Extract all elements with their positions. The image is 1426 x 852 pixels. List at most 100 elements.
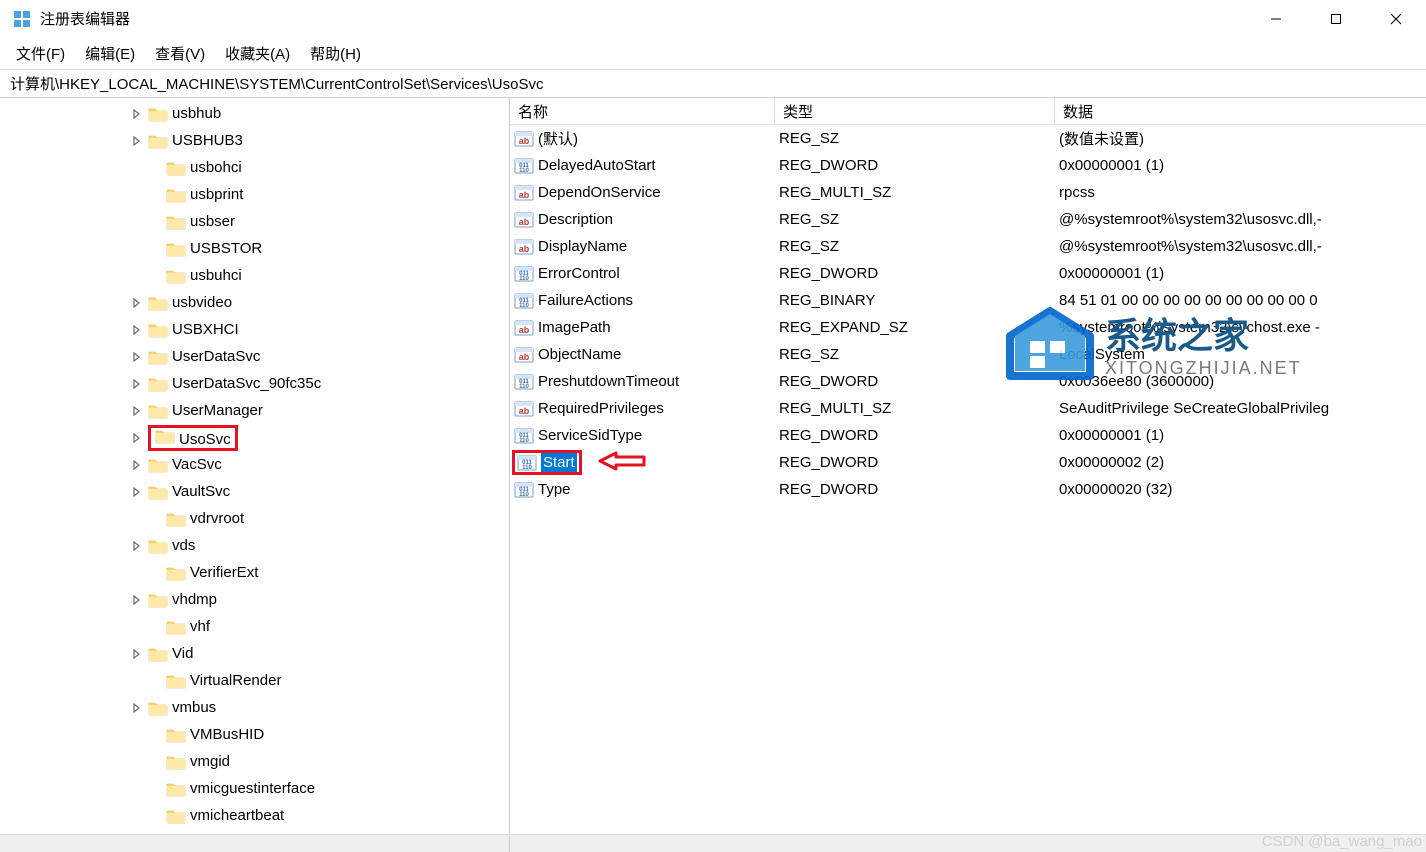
value-row[interactable]: TypeREG_DWORD0x00000020 (32) — [510, 476, 1426, 503]
value-row[interactable]: PreshutdownTimeoutREG_DWORD0x0036ee80 (3… — [510, 368, 1426, 395]
tree-hscroll[interactable] — [0, 835, 510, 852]
tree-item[interactable]: VaultSvc — [0, 478, 509, 505]
expand-icon[interactable] — [130, 350, 144, 364]
expand-icon[interactable] — [130, 539, 144, 553]
column-data[interactable]: 数据 — [1055, 98, 1426, 124]
tree-item[interactable]: vmicheartbeat — [0, 802, 509, 829]
value-row[interactable]: DelayedAutoStartREG_DWORD0x00000001 (1) — [510, 152, 1426, 179]
expand-icon[interactable] — [130, 107, 144, 121]
value-row[interactable]: RequiredPrivilegesREG_MULTI_SZSeAuditPri… — [510, 395, 1426, 422]
expand-icon[interactable] — [130, 485, 144, 499]
tree-item[interactable]: vmbus — [0, 694, 509, 721]
expand-icon[interactable] — [148, 620, 162, 634]
value-row[interactable]: ObjectNameREG_SZLocalSystem — [510, 341, 1426, 368]
menu-edit[interactable]: 编辑(E) — [75, 39, 145, 68]
tree-item[interactable]: VirtualRender — [0, 667, 509, 694]
tree-item[interactable]: UsoSvc — [0, 424, 509, 451]
tree-item[interactable]: USBXHCI — [0, 316, 509, 343]
addressbar[interactable]: 计算机\HKEY_LOCAL_MACHINE\SYSTEM\CurrentCon… — [0, 70, 1426, 98]
tree-item[interactable]: usbprint — [0, 181, 509, 208]
tree-item[interactable]: USBSTOR — [0, 235, 509, 262]
tree-item[interactable]: VerifierExt — [0, 559, 509, 586]
expand-icon[interactable] — [148, 566, 162, 580]
expand-icon[interactable] — [148, 269, 162, 283]
tree-item[interactable]: usbohci — [0, 154, 509, 181]
value-row[interactable]: ImagePathREG_EXPAND_SZ%systemroot%\syste… — [510, 314, 1426, 341]
value-row[interactable]: ErrorControlREG_DWORD0x00000001 (1) — [510, 260, 1426, 287]
value-row[interactable]: (默认)REG_SZ(数值未设置) — [510, 125, 1426, 152]
menu-view[interactable]: 查看(V) — [145, 39, 215, 68]
menu-favorites[interactable]: 收藏夹(A) — [215, 39, 300, 68]
tree-item[interactable]: vmgid — [0, 748, 509, 775]
tree-item[interactable]: usbhub — [0, 100, 509, 127]
tree-item[interactable]: VacSvc — [0, 451, 509, 478]
value-row[interactable]: DisplayNameREG_SZ@%systemroot%\system32\… — [510, 233, 1426, 260]
expand-icon[interactable] — [130, 377, 144, 391]
tree-item[interactable]: usbuhci — [0, 262, 509, 289]
close-button[interactable] — [1366, 0, 1426, 37]
cell-name: ObjectName — [510, 346, 775, 364]
string-value-icon — [514, 238, 534, 256]
expand-icon[interactable] — [148, 161, 162, 175]
expand-icon[interactable] — [130, 296, 144, 310]
value-row[interactable]: DescriptionREG_SZ@%systemroot%\system32\… — [510, 206, 1426, 233]
value-row[interactable]: ServiceSidTypeREG_DWORD0x00000001 (1) — [510, 422, 1426, 449]
column-type[interactable]: 类型 — [775, 98, 1055, 124]
expand-icon[interactable] — [148, 782, 162, 796]
value-name: Start — [541, 453, 577, 472]
tree-item[interactable]: USBHUB3 — [0, 127, 509, 154]
folder-icon — [166, 565, 186, 581]
tree-item[interactable]: vds — [0, 532, 509, 559]
expand-icon[interactable] — [130, 647, 144, 661]
expand-icon[interactable] — [148, 188, 162, 202]
expand-icon[interactable] — [148, 215, 162, 229]
window-title: 注册表编辑器 — [40, 8, 1246, 29]
tree-item[interactable]: usbser — [0, 208, 509, 235]
column-name[interactable]: 名称 — [510, 98, 775, 124]
folder-icon — [148, 106, 168, 122]
menu-help[interactable]: 帮助(H) — [300, 39, 371, 68]
expand-icon[interactable] — [130, 323, 144, 337]
tree-item[interactable]: Vid — [0, 640, 509, 667]
tree-item[interactable]: UserDataSvc_90fc35c — [0, 370, 509, 397]
expand-icon[interactable] — [148, 728, 162, 742]
cell-type: REG_EXPAND_SZ — [775, 319, 1055, 336]
expand-icon[interactable] — [130, 404, 144, 418]
tree-item[interactable]: vmicguestinterface — [0, 775, 509, 802]
menu-file[interactable]: 文件(F) — [6, 39, 75, 68]
expand-icon[interactable] — [148, 755, 162, 769]
tree-panel[interactable]: usbhubUSBHUB3usbohciusbprintusbserUSBSTO… — [0, 98, 510, 834]
string-value-icon — [514, 319, 534, 337]
tree-label: vdrvroot — [190, 510, 244, 527]
tree-item[interactable]: UserManager — [0, 397, 509, 424]
expand-icon[interactable] — [148, 809, 162, 823]
list-body[interactable]: (默认)REG_SZ(数值未设置)DelayedAutoStartREG_DWO… — [510, 125, 1426, 834]
value-row[interactable]: StartREG_DWORD0x00000002 (2) — [510, 449, 1426, 476]
tree-item[interactable]: usbvideo — [0, 289, 509, 316]
expand-icon[interactable] — [130, 701, 144, 715]
tree-item[interactable]: VMBusHID — [0, 721, 509, 748]
expand-icon[interactable] — [130, 431, 144, 445]
tree-label: VirtualRender — [190, 672, 281, 689]
minimize-button[interactable] — [1246, 0, 1306, 37]
tree-item[interactable]: UserDataSvc — [0, 343, 509, 370]
tree-item[interactable]: vdrvroot — [0, 505, 509, 532]
string-value-icon — [514, 400, 534, 418]
menubar: 文件(F) 编辑(E) 查看(V) 收藏夹(A) 帮助(H) — [0, 38, 1426, 70]
expand-icon[interactable] — [148, 674, 162, 688]
cell-data: %systemroot%\system32\svchost.exe - — [1055, 319, 1426, 336]
tree-label: usbvideo — [172, 294, 232, 311]
expand-icon[interactable] — [148, 512, 162, 526]
expand-icon[interactable] — [130, 134, 144, 148]
tree-item[interactable]: vhdmp — [0, 586, 509, 613]
cell-name: RequiredPrivileges — [510, 400, 775, 418]
expand-icon[interactable] — [130, 593, 144, 607]
cell-data: 0x00000002 (2) — [1055, 454, 1426, 471]
expand-icon[interactable] — [148, 242, 162, 256]
maximize-button[interactable] — [1306, 0, 1366, 37]
expand-icon[interactable] — [130, 458, 144, 472]
tree-label: vmbus — [172, 699, 216, 716]
tree-item[interactable]: vhf — [0, 613, 509, 640]
value-row[interactable]: DependOnServiceREG_MULTI_SZrpcss — [510, 179, 1426, 206]
value-row[interactable]: FailureActionsREG_BINARY84 51 01 00 00 0… — [510, 287, 1426, 314]
